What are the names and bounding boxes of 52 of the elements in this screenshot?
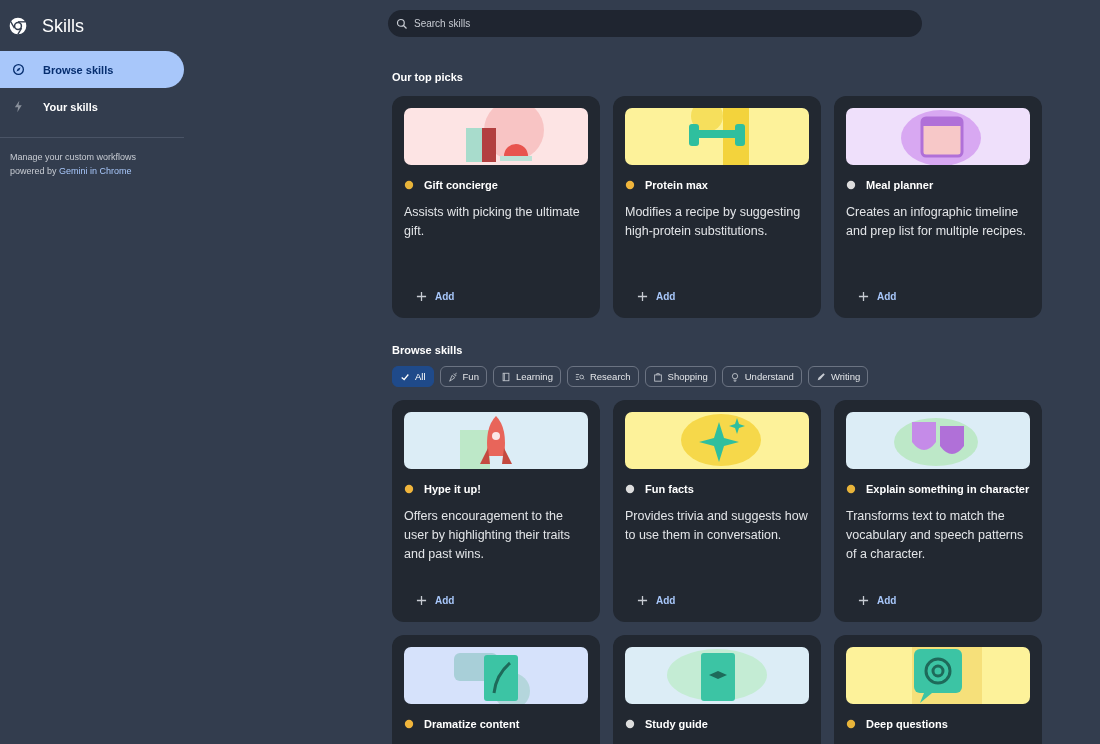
app-title: Skills: [42, 15, 84, 37]
skill-title: Meal planner: [866, 179, 934, 191]
skill-description: Transforms text to match the vocabulary and speech patterns of a character.: [846, 508, 1025, 563]
nav-item[interactable]: Your skills: [0, 88, 184, 125]
list-search-icon: [574, 371, 585, 382]
shopping-bag-icon: [652, 371, 663, 382]
filter-chip[interactable]: All: [392, 366, 434, 387]
skill-title: Explain something in character: [866, 483, 1030, 495]
skill-description: Modifies a recipe by suggesting high-protein substitutions.: [625, 204, 802, 240]
pen-icon: [815, 371, 826, 382]
skill-title: Study guide: [645, 718, 708, 730]
search-field[interactable]: Search skills: [388, 10, 922, 37]
filter-chip[interactable]: Shopping: [644, 366, 716, 387]
skill-description: Provides trivia and suggests how to use them in conversation.: [625, 508, 809, 544]
browser-logo-icon: [8, 16, 28, 36]
filter-chip[interactable]: Writing: [807, 366, 869, 387]
filter-chip[interactable]: Research: [566, 366, 639, 387]
skill-title: Dramatize content: [424, 718, 520, 730]
plus-icon: [637, 291, 648, 302]
compass-icon: [12, 63, 25, 76]
checkmark-icon: [400, 371, 410, 382]
skill-title: Hype it up!: [424, 483, 481, 495]
skill-description: Assists with picking the ultimate gift.: [404, 204, 581, 240]
section-heading: Our top picks: [392, 71, 464, 83]
plus-icon: [416, 595, 427, 606]
sidebar-description: Manage your custom workflows powered by Gemini in Chrome: [9, 151, 138, 178]
skill-title: Fun facts: [645, 483, 694, 495]
plus-icon: [416, 291, 427, 302]
plus-icon: [858, 291, 869, 302]
skill-description: Creates an infographic timeline and prep list for multiple recipes.: [846, 204, 1027, 240]
party-popper-icon: [447, 371, 458, 382]
filter-chip[interactable]: Learning: [492, 366, 561, 387]
skill-title: Deep questions: [866, 718, 948, 730]
plus-icon: [637, 595, 648, 606]
book-icon: [500, 371, 511, 382]
nav-item[interactable]: Browse skills: [0, 51, 184, 88]
filter-chip[interactable]: Understand: [721, 366, 802, 387]
add-button[interactable]: Add: [404, 591, 467, 610]
add-button[interactable]: Add: [404, 287, 467, 306]
section-heading: Browse skills: [392, 344, 464, 356]
skill-title: Gift concierge: [424, 179, 498, 191]
skill-description: Offers encouragement to the user by highlighting their traits and past wins.: [404, 508, 572, 563]
plus-icon: [858, 595, 869, 606]
filter-chip[interactable]: Fun: [439, 366, 487, 387]
lightning-icon: [12, 100, 25, 113]
add-button[interactable]: Add: [625, 591, 688, 610]
skill-title: Protein max: [645, 179, 708, 191]
lightbulb-icon: [729, 371, 740, 382]
gemini-link[interactable]: Gemini in Chrome: [59, 166, 132, 176]
add-button[interactable]: Add: [846, 591, 909, 610]
add-button[interactable]: Add: [625, 287, 688, 306]
add-button[interactable]: Add: [846, 287, 909, 306]
